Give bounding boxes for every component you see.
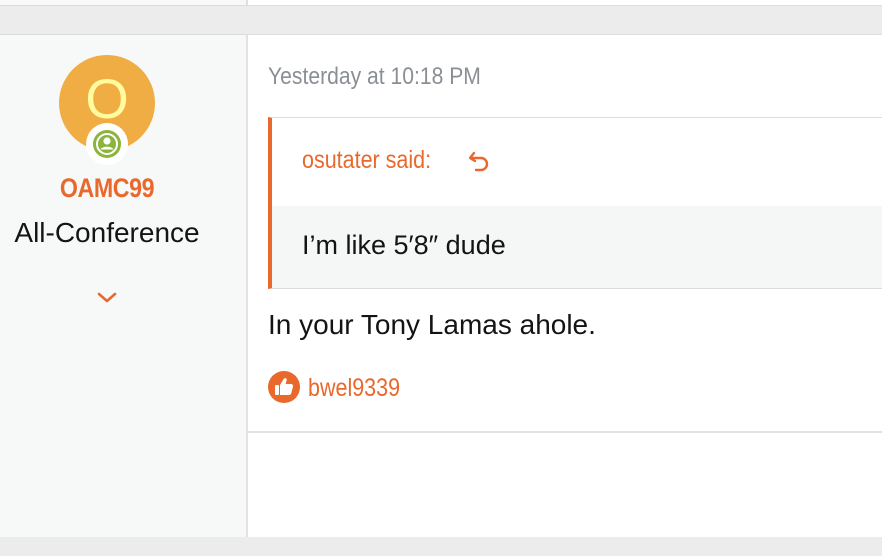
quote-block: osutater said: I’m like 5′8″ dude [268,117,882,289]
quote-text: I’m like 5′8″ dude [302,230,506,260]
reaction-user-link[interactable]: bwel9339 [308,374,400,403]
user-title: All-Conference [14,217,200,248]
quote-header: osutater said: [272,118,882,206]
message-post: O OAMC99 All-Conference Yesterday at 10:… [0,34,882,537]
quote-body: I’m like 5′8″ dude [272,206,882,288]
chevron-down-icon[interactable] [96,291,118,305]
message-main: Yesterday at 10:18 PM osutater said: I’m… [248,35,882,537]
post-footer-divider [248,431,882,433]
online-status-badge [86,123,128,165]
online-person-icon [93,130,121,158]
previous-post-edge [0,0,882,6]
username-link[interactable]: OAMC99 [15,173,199,204]
undo-arrow-icon[interactable] [468,149,492,173]
message-text: In your Tony Lamas ahole. [268,309,596,340]
thumbs-up-icon [268,371,300,403]
user-sidebar: O OAMC99 All-Conference [0,35,248,537]
quote-author[interactable]: osutater said: [302,146,431,175]
previous-post-sidebar-edge [0,0,248,5]
post-timestamp[interactable]: Yesterday at 10:18 PM [268,63,481,91]
